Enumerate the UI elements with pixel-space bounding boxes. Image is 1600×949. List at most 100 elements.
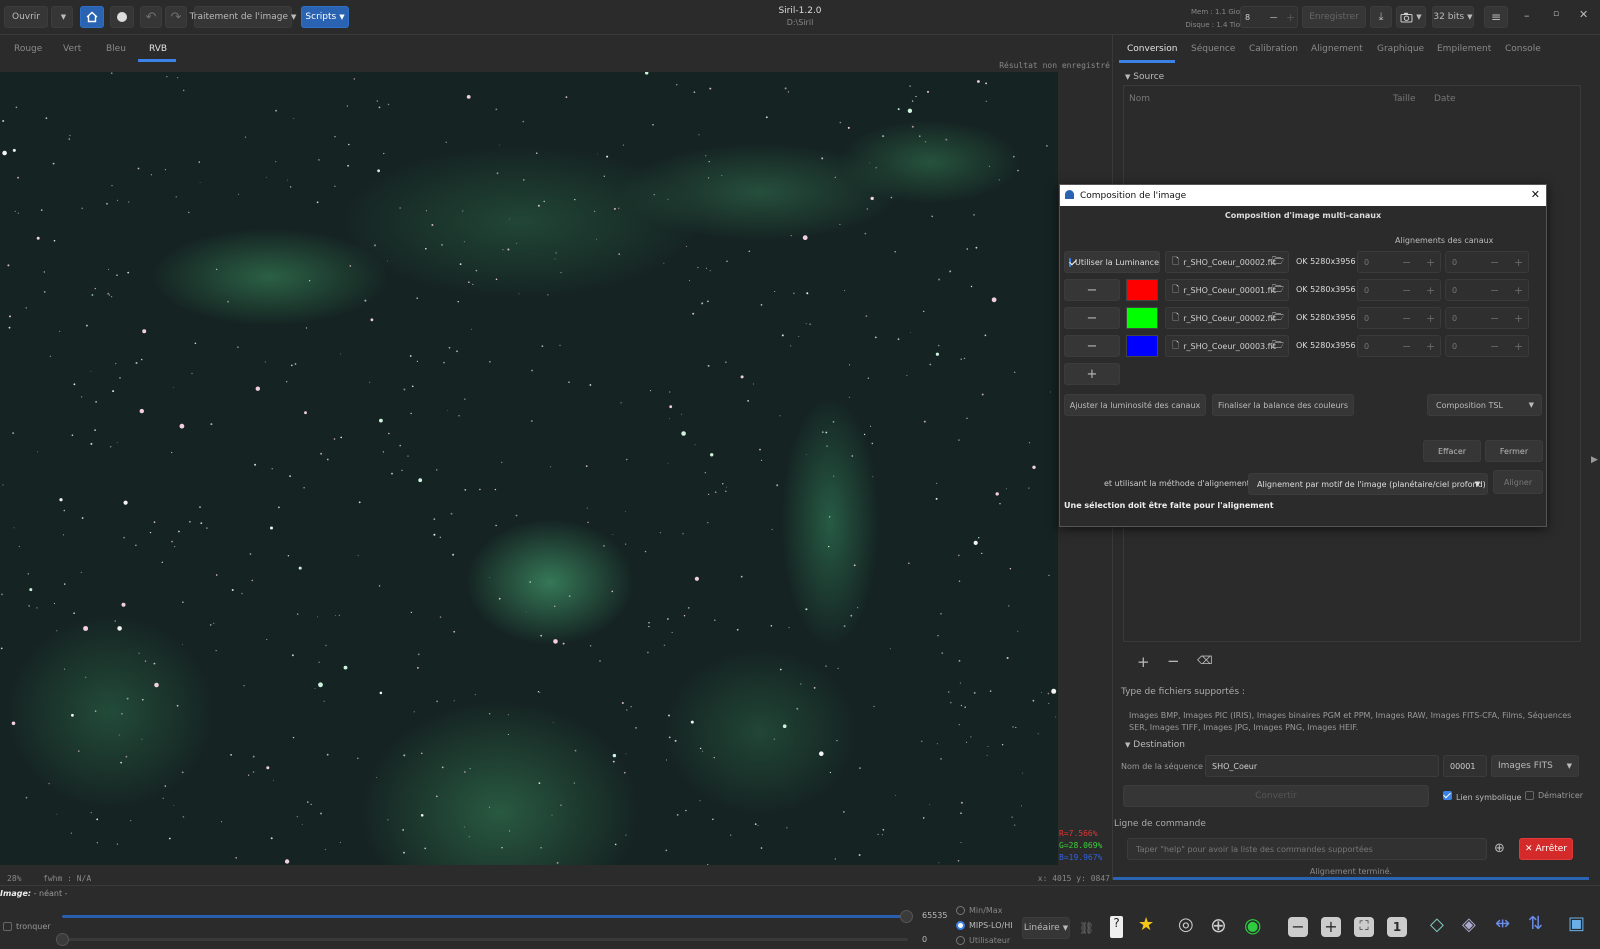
remove-file-icon[interactable]: − <box>1167 652 1180 670</box>
image-canvas[interactable] <box>0 72 1058 865</box>
globe-icon[interactable]: ⊕ <box>1210 913 1227 937</box>
channel-3-x-shift[interactable]: 0 − + <box>1357 335 1441 357</box>
display-mode-menu[interactable]: Linéaire ▼ <box>1022 917 1070 939</box>
recent-dropdown-button[interactable]: ▼ <box>51 6 73 28</box>
panel-tab-stacking[interactable]: Empilement <box>1437 44 1491 54</box>
add-channel-button[interactable]: + <box>1064 363 1120 385</box>
zoom-out-icon[interactable]: − <box>1288 917 1308 937</box>
tab-red[interactable]: Rouge <box>14 44 42 54</box>
target-icon[interactable]: ◉ <box>1244 913 1261 937</box>
snapshot-button[interactable]: ▼ <box>1396 6 1426 28</box>
luminance-x-shift[interactable]: 0 − + <box>1357 251 1441 273</box>
channel-2-x-shift[interactable]: 0 − + <box>1357 307 1441 329</box>
luminance-y-shift[interactable]: 0 − + <box>1445 251 1529 273</box>
finalize-color-balance-button[interactable]: Finaliser la balance des couleurs <box>1212 394 1354 416</box>
zoom-one-icon[interactable]: 1 <box>1387 917 1407 937</box>
user-radio[interactable]: Utilisateur <box>956 936 1010 945</box>
channel-1-y-shift[interactable]: 0 − + <box>1445 279 1529 301</box>
clear-button[interactable]: Effacer <box>1423 440 1481 462</box>
panel-tab-calibration[interactable]: Calibration <box>1249 44 1298 54</box>
remove-channel-1-button[interactable]: − <box>1064 279 1120 301</box>
clip-checkbox[interactable]: tronquer <box>3 922 51 931</box>
align-button[interactable]: Aligner <box>1493 470 1543 494</box>
convert-button[interactable]: Convertir <box>1123 785 1429 807</box>
threads-spinner[interactable]: 8 − + <box>1240 6 1298 28</box>
channel-2-color[interactable] <box>1126 307 1158 329</box>
destination-section-header[interactable]: ▼ Destination <box>1125 740 1185 750</box>
panel-tab-registration[interactable]: Alignement <box>1311 44 1363 54</box>
image-processing-menu[interactable]: Traitement de l'image ▼ <box>190 6 296 28</box>
column-name[interactable]: Nom <box>1129 94 1150 104</box>
tab-rgb[interactable]: RVB <box>149 44 167 54</box>
mirror-y-icon[interactable]: ⇅ <box>1528 913 1543 934</box>
save-as-button[interactable]: ⤓ <box>1370 6 1392 28</box>
maximize-icon[interactable]: ▫ <box>1553 9 1559 19</box>
alignment-method-select[interactable]: Alignement par motif de l'image (planéta… <box>1248 473 1488 495</box>
channel-1-file-chooser[interactable]: 🗋 r_SHO_Coeur_00001.fit 🗁 <box>1165 279 1289 301</box>
sequence-index-input[interactable]: 00001 <box>1443 755 1487 777</box>
symlink-checkbox[interactable]: Lien symbolique <box>1443 791 1521 802</box>
false-color-icon[interactable]: ★ <box>1138 914 1154 935</box>
remove-channel-2-button[interactable]: − <box>1064 307 1120 329</box>
bit-depth-menu[interactable]: 32 bits ▼ <box>1432 6 1474 28</box>
dialog-titlebar[interactable]: Composition de l'image ✕ <box>1060 185 1546 206</box>
adjust-luminosity-button[interactable]: Ajuster la luminosité des canaux <box>1064 394 1206 416</box>
channel-3-color[interactable] <box>1126 335 1158 357</box>
undo-button[interactable]: ↶ <box>140 6 162 28</box>
close-button[interactable]: Fermer <box>1485 440 1543 462</box>
column-date[interactable]: Date <box>1434 94 1456 104</box>
save-button[interactable]: Enregistrer <box>1302 6 1366 28</box>
open-button[interactable]: Ouvrir <box>4 6 48 28</box>
remove-channel-3-button[interactable]: − <box>1064 335 1120 357</box>
minmax-radio[interactable]: Min/Max <box>956 906 1002 915</box>
max-slider-handle[interactable] <box>900 910 913 923</box>
column-size[interactable]: Taille <box>1393 94 1416 104</box>
channel-2-y-shift[interactable]: 0 − + <box>1445 307 1529 329</box>
output-format-select[interactable]: Images FITS ▼ <box>1491 755 1579 777</box>
luminance-file-chooser[interactable]: 🗋 r_SHO_Coeur_00002.fit 🗁 <box>1165 251 1289 273</box>
scripts-menu[interactable]: Scripts ▼ <box>301 6 349 28</box>
tab-blue[interactable]: Bleu <box>106 44 126 54</box>
rotate-left-icon[interactable]: ◇ <box>1430 914 1444 935</box>
command-help-icon[interactable]: ⊕ <box>1494 841 1505 856</box>
add-files-icon[interactable]: + <box>1137 653 1150 671</box>
zoom-in-icon[interactable]: + <box>1321 917 1341 937</box>
min-slider-handle[interactable] <box>56 933 69 946</box>
channel-3-y-shift[interactable]: 0 − + <box>1445 335 1529 357</box>
mirror-x-icon[interactable]: ⇹ <box>1495 913 1510 934</box>
link-icon[interactable]: ⛓ <box>1079 921 1094 935</box>
fullscreen-icon[interactable]: ▣ <box>1568 913 1585 934</box>
max-slider-track[interactable] <box>62 915 908 918</box>
negative-view-icon[interactable]: ? <box>1110 916 1123 938</box>
panel-tab-conversion[interactable]: Conversion <box>1127 44 1177 54</box>
debayer-checkbox[interactable]: Dématricer <box>1525 791 1583 800</box>
rotate-right-icon[interactable]: ◈ <box>1462 914 1476 935</box>
composition-mode-select[interactable]: Composition TSL ▼ <box>1427 394 1542 416</box>
command-line-input[interactable]: Taper "help" pour avoir la liste des com… <box>1127 838 1487 860</box>
min-slider-track[interactable] <box>62 938 908 941</box>
redo-button[interactable]: ↷ <box>165 6 187 28</box>
minimize-icon[interactable]: – <box>1524 9 1530 22</box>
channel-2-file-chooser[interactable]: 🗋 r_SHO_Coeur_00002.fit 🗁 <box>1165 307 1289 329</box>
panel-collapse-icon[interactable]: ▶ <box>1591 455 1598 465</box>
clear-list-icon[interactable]: ⌫ <box>1197 654 1213 667</box>
sequence-name-input[interactable]: SHO_Coeur <box>1205 755 1439 777</box>
stop-button[interactable]: ✕ Arrêter <box>1519 838 1573 860</box>
zoom-fit-icon[interactable]: ⛶ <box>1354 917 1374 937</box>
use-luminance-toggle[interactable]: Utiliser la Luminance <box>1064 251 1160 273</box>
hamburger-menu-button[interactable]: ≡ <box>1484 6 1508 28</box>
close-dialog-icon[interactable]: ✕ <box>1531 188 1540 201</box>
tab-green[interactable]: Vert <box>63 44 81 54</box>
channel-3-file-chooser[interactable]: 🗋 r_SHO_Coeur_00003.fit 🗁 <box>1165 335 1289 357</box>
livestack-button[interactable] <box>110 6 134 28</box>
home-button[interactable] <box>80 6 104 28</box>
channel-1-x-shift[interactable]: 0 − + <box>1357 279 1441 301</box>
panel-tab-console[interactable]: Console <box>1505 44 1541 54</box>
channel-1-color[interactable] <box>1126 279 1158 301</box>
stars-detect-icon[interactable]: ◎ <box>1178 914 1194 935</box>
close-window-icon[interactable]: ✕ <box>1579 8 1588 21</box>
panel-tab-plot[interactable]: Graphique <box>1377 44 1424 54</box>
source-section-header[interactable]: ▼ Source <box>1125 72 1164 82</box>
mips-radio[interactable]: MIPS-LO/HI <box>956 921 1013 930</box>
panel-tab-sequence[interactable]: Séquence <box>1191 44 1235 54</box>
